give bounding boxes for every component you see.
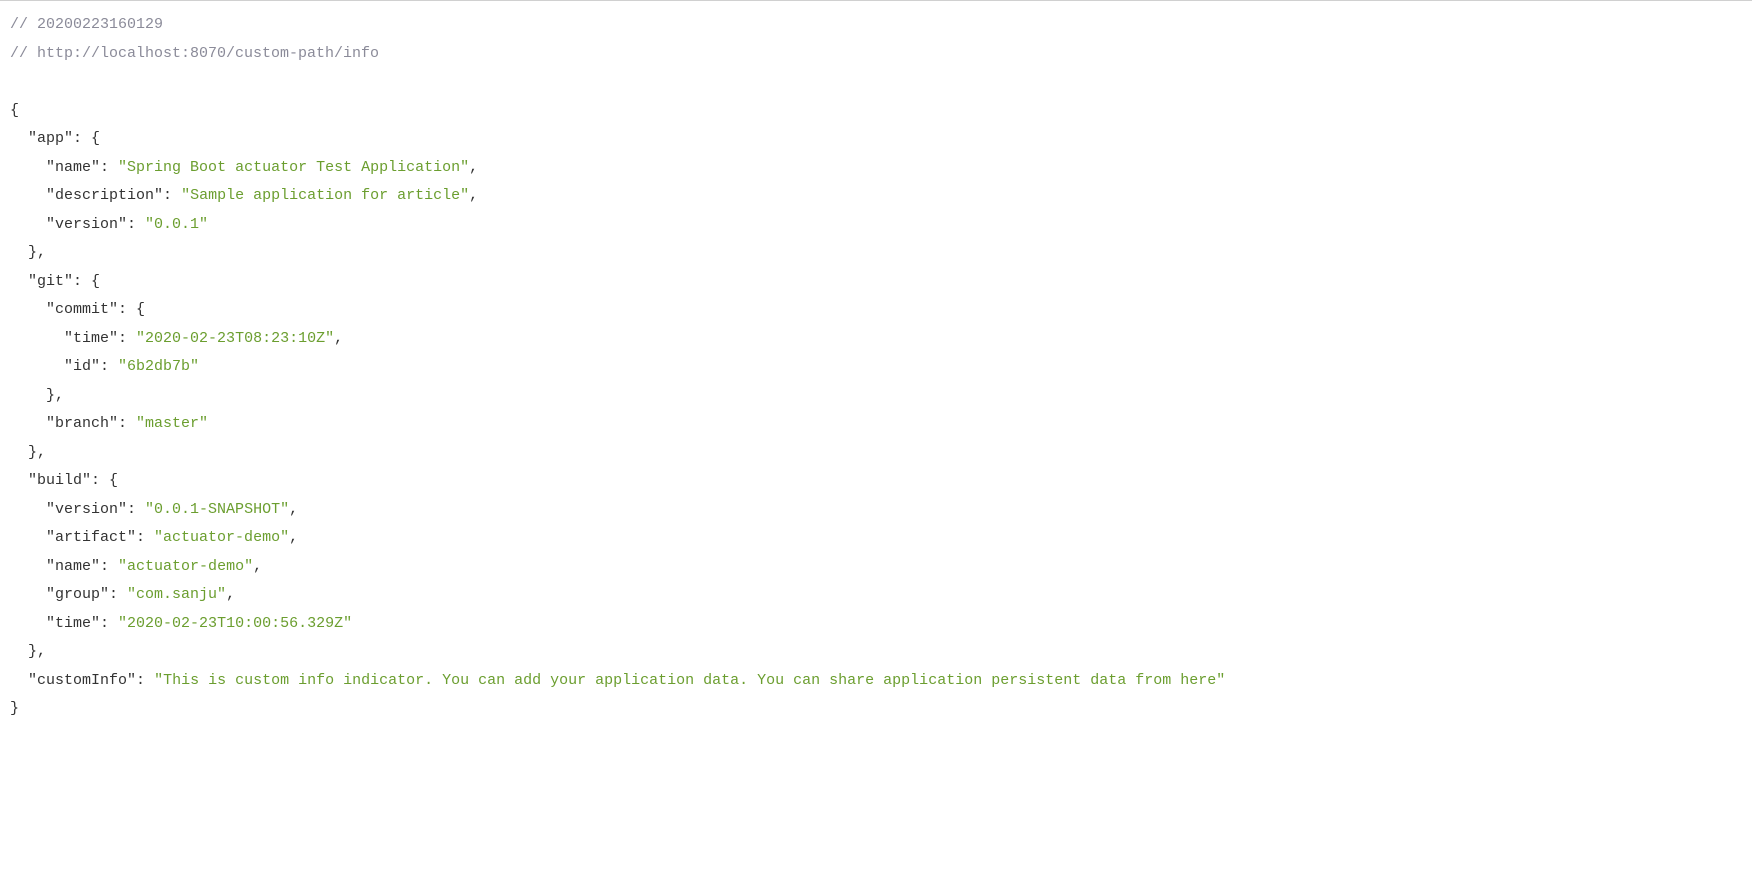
- key-app-description: "description": [46, 187, 163, 204]
- key-build-version: "version": [46, 501, 127, 518]
- json-viewer: // 20200223160129 // http://localhost:80…: [0, 1, 1752, 734]
- key-app: "app": [28, 130, 73, 147]
- comment-url: // http://localhost:8070/custom-path/inf…: [10, 45, 379, 62]
- value-custom-info: "This is custom info indicator. You can …: [154, 672, 1225, 689]
- key-git: "git": [28, 273, 73, 290]
- key-git-branch: "branch": [46, 415, 118, 432]
- value-git-commit-id: "6b2db7b": [118, 358, 199, 375]
- brace-close: }: [10, 700, 19, 717]
- key-git-commit-id: "id": [64, 358, 100, 375]
- value-build-time: "2020-02-23T10:00:56.329Z": [118, 615, 352, 632]
- key-git-commit: "commit": [46, 301, 118, 318]
- value-git-commit-time: "2020-02-23T08:23:10Z": [136, 330, 334, 347]
- value-git-branch: "master": [136, 415, 208, 432]
- value-build-artifact: "actuator-demo": [154, 529, 289, 546]
- key-git-commit-time: "time": [64, 330, 118, 347]
- value-build-name: "actuator-demo": [118, 558, 253, 575]
- value-build-version: "0.0.1-SNAPSHOT": [145, 501, 289, 518]
- key-app-version: "version": [46, 216, 127, 233]
- key-build-artifact: "artifact": [46, 529, 136, 546]
- key-app-name: "name": [46, 159, 100, 176]
- brace-close: },: [28, 444, 46, 461]
- value-app-name: "Spring Boot actuator Test Application": [118, 159, 469, 176]
- value-build-group: "com.sanju": [127, 586, 226, 603]
- key-custom-info: "customInfo": [28, 672, 136, 689]
- brace-close: },: [28, 244, 46, 261]
- value-app-version: "0.0.1": [145, 216, 208, 233]
- comment-timestamp: // 20200223160129: [10, 16, 163, 33]
- key-build-name: "name": [46, 558, 100, 575]
- key-build-time: "time": [46, 615, 100, 632]
- key-build: "build": [28, 472, 91, 489]
- value-app-description: "Sample application for article": [181, 187, 469, 204]
- key-build-group: "group": [46, 586, 109, 603]
- brace-close: },: [28, 643, 46, 660]
- brace-close: },: [46, 387, 64, 404]
- brace-open: {: [10, 102, 19, 119]
